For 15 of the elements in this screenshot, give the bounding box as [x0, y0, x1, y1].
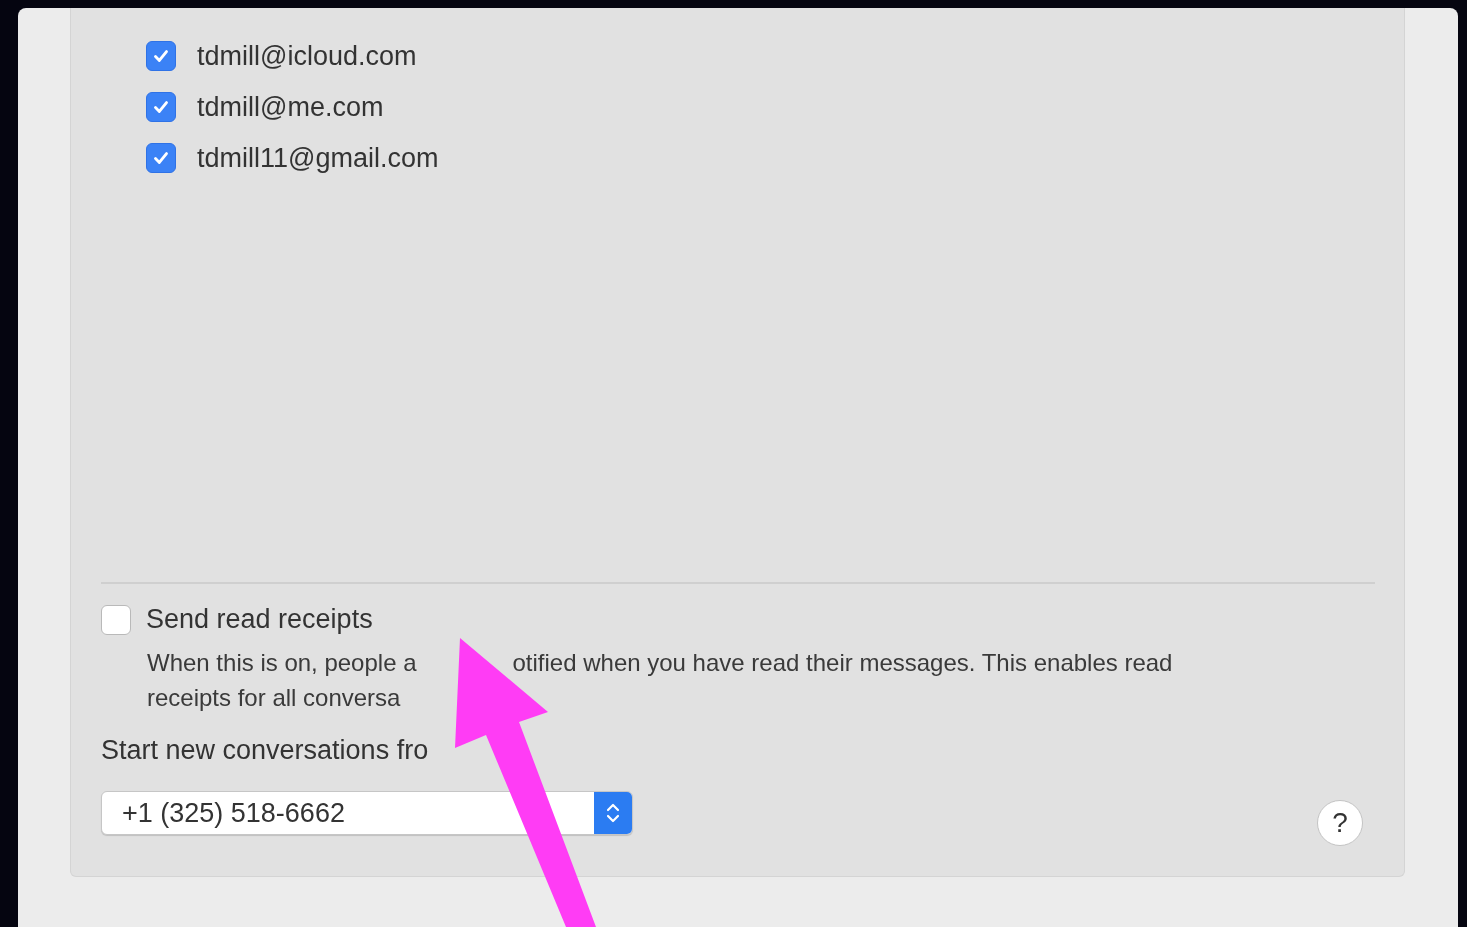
checkbox[interactable] — [146, 92, 176, 122]
account-address: tdmill@me.com — [197, 91, 384, 123]
checkbox[interactable] — [146, 143, 176, 173]
account-address: tdmill@icloud.com — [197, 40, 417, 72]
field-label: Start new conversations fro — [101, 735, 430, 766]
checkbox[interactable] — [101, 604, 131, 635]
description-text: otified when you have read their messages. This enables read — [512, 648, 1173, 678]
help-button[interactable]: ? — [1317, 800, 1363, 846]
checkbox-label: Send read receipts — [146, 604, 373, 635]
up-down-chevron-icon — [594, 792, 632, 834]
account-popup-button[interactable]: +1 (325) 518-6662 — [101, 791, 633, 835]
checkbox[interactable] — [146, 41, 176, 71]
account-address: tdmill11@gmail.com — [197, 142, 439, 174]
description-text: receipts for all conversa — [147, 683, 401, 713]
description-text: When this is on, people a — [147, 648, 417, 678]
